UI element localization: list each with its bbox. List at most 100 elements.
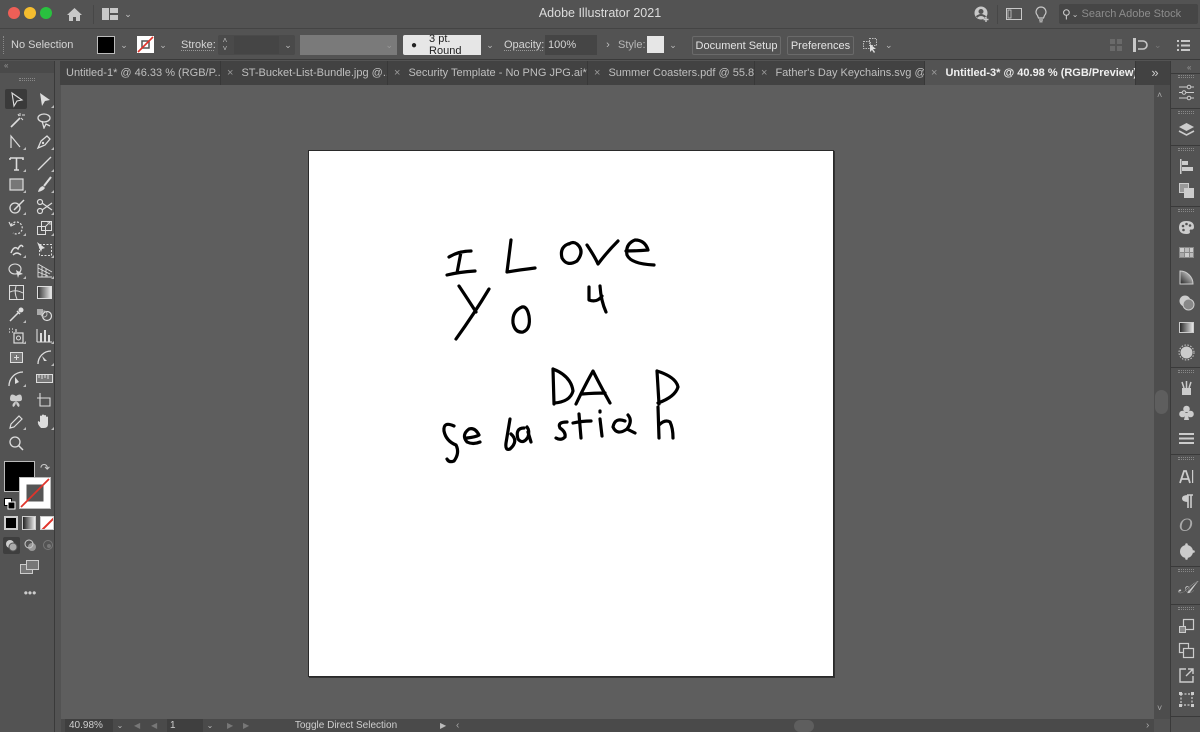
align-panel-button[interactable] xyxy=(1175,156,1197,176)
opacity-input[interactable]: 100% xyxy=(545,35,597,55)
first-artboard-button[interactable]: ◀ xyxy=(134,719,140,732)
opacity-label[interactable]: Opacity: xyxy=(504,35,544,55)
artboard[interactable] xyxy=(308,150,834,677)
stroke-weight-field[interactable]: ˄ ˅ ⌄ xyxy=(218,35,295,55)
scroll-right-icon[interactable]: › xyxy=(1146,719,1149,732)
opentype-panel-button[interactable]: O xyxy=(1175,516,1197,536)
close-tab-icon[interactable]: × xyxy=(394,67,400,79)
symbol-sprayer-tool[interactable] xyxy=(5,325,27,345)
magic-wand-tool[interactable] xyxy=(5,110,27,130)
close-tab-icon[interactable]: × xyxy=(931,67,937,79)
stroke-panel-button[interactable] xyxy=(1175,428,1197,448)
artboard-tool[interactable] xyxy=(5,347,27,367)
hand-tool[interactable] xyxy=(33,411,55,431)
vertical-scroll-thumb[interactable] xyxy=(1155,390,1168,414)
change-screen-mode-button[interactable] xyxy=(19,559,41,577)
draw-normal-button[interactable] xyxy=(3,537,20,554)
lasso-tool[interactable] xyxy=(33,110,55,130)
collapse-panel-icon[interactable]: « xyxy=(0,61,54,73)
blend-tool[interactable] xyxy=(33,304,55,324)
shape-builder-tool[interactable] xyxy=(5,260,27,280)
zoom-dropdown[interactable]: ⌄ xyxy=(114,719,126,732)
mesh-tool[interactable] xyxy=(5,282,27,302)
preferences-button[interactable]: Preferences xyxy=(787,36,854,55)
adobe-stock-search-input[interactable]: ⚲ ⌄ Search Adobe Stock xyxy=(1059,4,1198,24)
color-mode-button[interactable] xyxy=(4,516,18,530)
panel-drag-handle[interactable] xyxy=(1178,111,1194,114)
panel-drag-handle[interactable] xyxy=(1178,148,1194,151)
share-user-button[interactable] xyxy=(971,4,991,24)
puppet-warp-tool[interactable] xyxy=(5,239,27,259)
slice-tool[interactable] xyxy=(33,347,55,367)
stroke-color-swatch[interactable] xyxy=(137,36,154,53)
transform-align-button[interactable]: ⌄ xyxy=(1133,35,1165,55)
line-segment-tool[interactable] xyxy=(33,153,55,173)
color-panel-button[interactable] xyxy=(1175,217,1197,237)
artboard-dropdown[interactable]: ⌄ xyxy=(204,719,216,732)
panel-drag-handle[interactable] xyxy=(1178,75,1194,78)
close-tab-icon[interactable]: × xyxy=(761,67,767,79)
edit-toolbar-button[interactable]: ••• xyxy=(21,587,39,599)
close-window-button[interactable] xyxy=(8,7,20,19)
export-panel-button[interactable] xyxy=(1175,665,1197,685)
eyedropper-tool[interactable] xyxy=(5,304,27,324)
properties-panel-button[interactable] xyxy=(1175,82,1197,102)
document-tab[interactable]: × Summer Coasters.pdf @ 55.8... xyxy=(588,61,755,85)
glyphs-panel-button[interactable] xyxy=(1175,541,1197,561)
scissors-tool[interactable] xyxy=(33,196,55,216)
transparency-panel-button[interactable] xyxy=(1175,292,1197,312)
zoom-window-button[interactable] xyxy=(40,7,52,19)
character-styles-panel-button[interactable]: 𝒜 xyxy=(1175,578,1197,598)
stroke-color-box[interactable] xyxy=(19,477,51,509)
last-artboard-button[interactable]: ▶ xyxy=(243,719,249,732)
discover-button[interactable] xyxy=(1033,4,1049,24)
gradient-tool[interactable] xyxy=(33,282,55,302)
zoom-level-input[interactable]: 40.98% xyxy=(65,719,113,732)
document-setup-button[interactable]: Document Setup xyxy=(692,36,781,55)
ruler-tool[interactable] xyxy=(33,368,55,388)
paragraph-panel-button[interactable] xyxy=(1175,491,1197,511)
tabs-overflow-button[interactable]: » xyxy=(1147,65,1163,81)
scroll-up-icon[interactable]: ˄ xyxy=(1157,90,1162,100)
document-tab[interactable]: × Father's Day Keychains.svg @... xyxy=(755,61,925,85)
symbols-panel-button[interactable] xyxy=(1175,402,1197,422)
shaper-tool[interactable] xyxy=(5,196,27,216)
workspace-switcher-button[interactable]: ⌄ xyxy=(100,6,134,22)
control-panel-menu-button[interactable] xyxy=(1177,35,1193,55)
pathfinder-panel-button[interactable] xyxy=(1175,180,1197,200)
layers-panel-button[interactable] xyxy=(1175,119,1197,139)
next-artboard-button[interactable]: ▶ xyxy=(227,719,233,732)
arrange-documents-button[interactable] xyxy=(1004,6,1024,22)
artboard-number-input[interactable]: 1 xyxy=(167,719,203,732)
rectangle-tool[interactable] xyxy=(5,174,27,194)
scroll-down-icon[interactable]: ˅ xyxy=(1157,703,1162,713)
stroke-dropdown[interactable]: ⌄ xyxy=(155,35,171,55)
symbolism-tool[interactable] xyxy=(5,390,27,410)
brush-dropdown[interactable]: ⌄ xyxy=(482,35,498,55)
crop-image-tool[interactable] xyxy=(33,390,55,410)
fill-color-swatch[interactable] xyxy=(97,36,115,54)
stroke-label[interactable]: Stroke: xyxy=(181,35,216,55)
graphic-style-swatch[interactable] xyxy=(647,36,664,53)
home-button[interactable] xyxy=(64,5,84,23)
pen-tool[interactable] xyxy=(33,131,55,151)
artboards-panel-button[interactable] xyxy=(1175,640,1197,660)
previous-artboard-button[interactable]: ◀ xyxy=(151,719,157,732)
brushes-panel-button[interactable] xyxy=(1175,378,1197,398)
zoom-tool[interactable] xyxy=(5,433,27,453)
type-tool[interactable] xyxy=(5,153,27,173)
perspective-grid-tool[interactable] xyxy=(33,260,55,280)
document-tab[interactable]: × ST-Bucket-List-Bundle.jpg @... xyxy=(221,61,388,85)
free-transform-tool[interactable] xyxy=(33,239,55,259)
color-guide-panel-button[interactable] xyxy=(1175,267,1197,287)
width-tool[interactable] xyxy=(5,368,27,388)
panel-drag-handle[interactable] xyxy=(1178,370,1194,373)
paintbrush-tool[interactable] xyxy=(33,174,55,194)
brush-definition-field[interactable]: ● 3 pt. Round xyxy=(403,33,481,57)
panel-drag-handle[interactable] xyxy=(1178,209,1194,212)
variable-width-profile-dropdown[interactable]: ⌄ xyxy=(300,35,397,55)
status-menu-button[interactable]: ▶ xyxy=(440,719,446,732)
appearance-panel-button[interactable] xyxy=(1175,342,1197,362)
draw-inside-button[interactable] xyxy=(40,537,57,554)
draw-behind-button[interactable] xyxy=(22,537,39,554)
